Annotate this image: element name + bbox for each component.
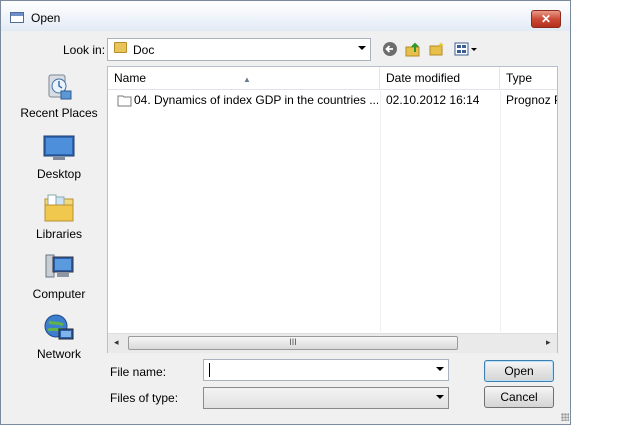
scroll-left-icon[interactable]: ◂ — [114, 337, 119, 348]
column-header-type[interactable]: Type — [500, 67, 557, 89]
libraries-icon — [44, 194, 74, 222]
title-bar[interactable]: Open ✕ — [1, 1, 570, 31]
place-label: Network — [36, 347, 81, 361]
scroll-right-icon[interactable]: ▸ — [546, 337, 551, 348]
place-desktop[interactable]: Desktop — [13, 133, 105, 183]
horizontal-scrollbar[interactable]: ◂ III ▸ — [108, 333, 557, 353]
place-libraries[interactable]: Libraries — [13, 193, 105, 243]
resize-grip[interactable] — [561, 413, 569, 421]
file-type: Prognoz P — [506, 93, 557, 107]
views-menu-button[interactable] — [453, 40, 479, 58]
file-name-input[interactable] — [203, 359, 449, 381]
place-network[interactable]: Network — [13, 313, 105, 363]
scrollbar-grip: III — [289, 337, 297, 347]
cancel-button[interactable]: Cancel — [484, 386, 554, 408]
close-button[interactable]: ✕ — [531, 10, 561, 28]
open-button[interactable]: Open — [484, 360, 554, 382]
column-divider — [500, 89, 501, 332]
new-folder-button[interactable] — [428, 40, 446, 58]
file-date-modified: 02.10.2012 16:14 — [386, 93, 480, 107]
chevron-down-icon[interactable] — [436, 367, 444, 371]
files-of-type-dropdown[interactable] — [203, 387, 449, 409]
place-label: Recent Places — [20, 106, 98, 120]
views-menu-icon — [454, 42, 477, 56]
look-in-label: Look in: — [63, 43, 106, 57]
file-name-label: File name: — [110, 365, 167, 379]
desktop-icon — [43, 135, 75, 160]
new-folder-icon — [429, 42, 444, 56]
window-icon — [10, 12, 24, 23]
chevron-down-icon — [358, 46, 366, 50]
recent-places-icon — [48, 74, 72, 100]
chevron-down-icon — [436, 395, 444, 399]
place-computer[interactable]: Computer — [13, 253, 105, 303]
column-header-date-modified[interactable]: Date modified — [380, 67, 500, 89]
network-icon — [44, 314, 74, 340]
close-icon: ✕ — [540, 12, 552, 26]
file-list[interactable]: Name ▲ Date modified Type 04. Dynamics of… — [107, 66, 558, 353]
look-in-dropdown[interactable]: Doc — [107, 38, 371, 61]
file-row[interactable]: 04. Dynamics of index GDP in the countri… — [108, 91, 557, 109]
up-folder-icon — [405, 42, 420, 57]
back-button[interactable] — [381, 40, 399, 58]
document-icon — [117, 95, 132, 107]
back-icon — [383, 42, 397, 56]
column-header-row: Name ▲ Date modified Type — [108, 67, 557, 90]
column-divider — [380, 89, 381, 332]
places-bar: Recent Places Desktop Libraries Computer… — [13, 64, 105, 364]
files-of-type-label: Files of type: — [110, 391, 179, 405]
folder-icon — [114, 42, 127, 53]
text-cursor — [209, 363, 210, 377]
look-in-value: Doc — [133, 43, 155, 57]
up-folder-button[interactable] — [404, 40, 422, 58]
place-recent-places[interactable]: Recent Places — [13, 71, 105, 123]
place-label: Libraries — [35, 227, 83, 241]
sort-ascending-icon: ▲ — [243, 75, 251, 84]
place-label: Computer — [32, 287, 86, 301]
file-name: 04. Dynamics of index GDP in the countri… — [134, 93, 378, 107]
place-label: Desktop — [36, 167, 82, 181]
scrollbar-thumb[interactable]: III — [128, 336, 458, 350]
open-dialog: Open ✕ Look in: Doc Recent Places Deskto… — [0, 0, 571, 425]
window-title: Open — [31, 11, 61, 25]
computer-icon — [45, 254, 74, 278]
column-header-name[interactable]: Name ▲ — [108, 67, 380, 89]
